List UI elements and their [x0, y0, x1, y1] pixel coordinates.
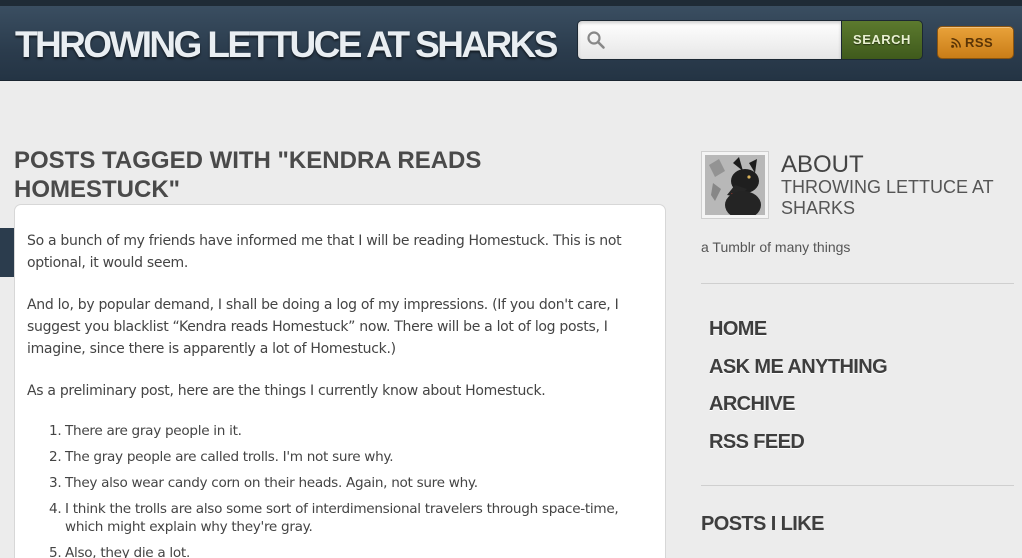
list-item: 3. They also wear candy corn on their hea…: [49, 474, 657, 492]
post-paragraph: As a preliminary post, here are the thin…: [27, 383, 546, 399]
nav-archive[interactable]: ARCHIVE: [709, 393, 795, 416]
list-item-text: The gray people are called trolls. I'm n…: [65, 449, 394, 465]
post-paragraph: So a bunch of my friends have informed m…: [27, 233, 622, 271]
list-item: 2. The gray people are called trolls. I'm…: [49, 448, 657, 466]
sidebar-divider: [701, 485, 1014, 486]
blog-description: a Tumblr of many things: [701, 239, 851, 255]
list-item-text: There are gray people in it.: [65, 423, 242, 439]
avatar[interactable]: [701, 151, 769, 219]
list-number: 2.: [49, 449, 62, 465]
nav-rss-feed[interactable]: RSS FEED: [709, 431, 805, 454]
list-item: 1. There are gray people in it.: [49, 422, 657, 440]
left-edge-tab: [0, 228, 14, 277]
rss-label: RSS: [965, 35, 994, 50]
rss-button[interactable]: RSS: [937, 26, 1014, 59]
list-item: 4. I think the trolls are also some sort …: [49, 500, 657, 536]
about-title: ABOUT: [781, 151, 864, 178]
post-list: 1. There are gray people in it. 2. The gra…: [49, 422, 657, 558]
list-item: 5. Also, they die a lot.: [49, 544, 657, 558]
post-paragraph: And lo, by popular demand, I shall be do…: [27, 297, 619, 357]
about-subtitle: THROWING LETTUCE AT SHARKS: [781, 177, 994, 218]
list-number: 4.: [49, 501, 62, 517]
posts-i-like-heading: POSTS I LIKE: [701, 513, 824, 535]
list-item-text: They also wear candy corn on their heads…: [65, 475, 478, 491]
search-button[interactable]: SEARCH: [841, 20, 923, 60]
nav-ask-me-anything[interactable]: ASK ME ANYTHING: [709, 356, 888, 379]
avatar-image: [705, 155, 765, 215]
nav-home[interactable]: HOME: [709, 318, 767, 341]
dog-icon: [705, 155, 765, 215]
list-item-text: I think the trolls are also some sort of…: [65, 501, 619, 535]
search-icon: [587, 31, 605, 49]
list-number: 5.: [49, 545, 62, 558]
search-input[interactable]: [610, 27, 834, 53]
list-number: 3.: [49, 475, 62, 491]
list-number: 1.: [49, 423, 62, 439]
search-box[interactable]: [577, 20, 841, 60]
sidebar-divider: [701, 283, 1014, 284]
rss-icon: [951, 38, 961, 48]
post-body: So a bunch of my friends have informed m…: [27, 230, 657, 558]
site-title[interactable]: THROWING LETTUCE AT SHARKS: [15, 24, 558, 66]
list-item-text: Also, they die a lot.: [65, 545, 190, 558]
page-title: POSTS TAGGED WITH "KENDRA READS HOMESTUC…: [14, 147, 482, 203]
